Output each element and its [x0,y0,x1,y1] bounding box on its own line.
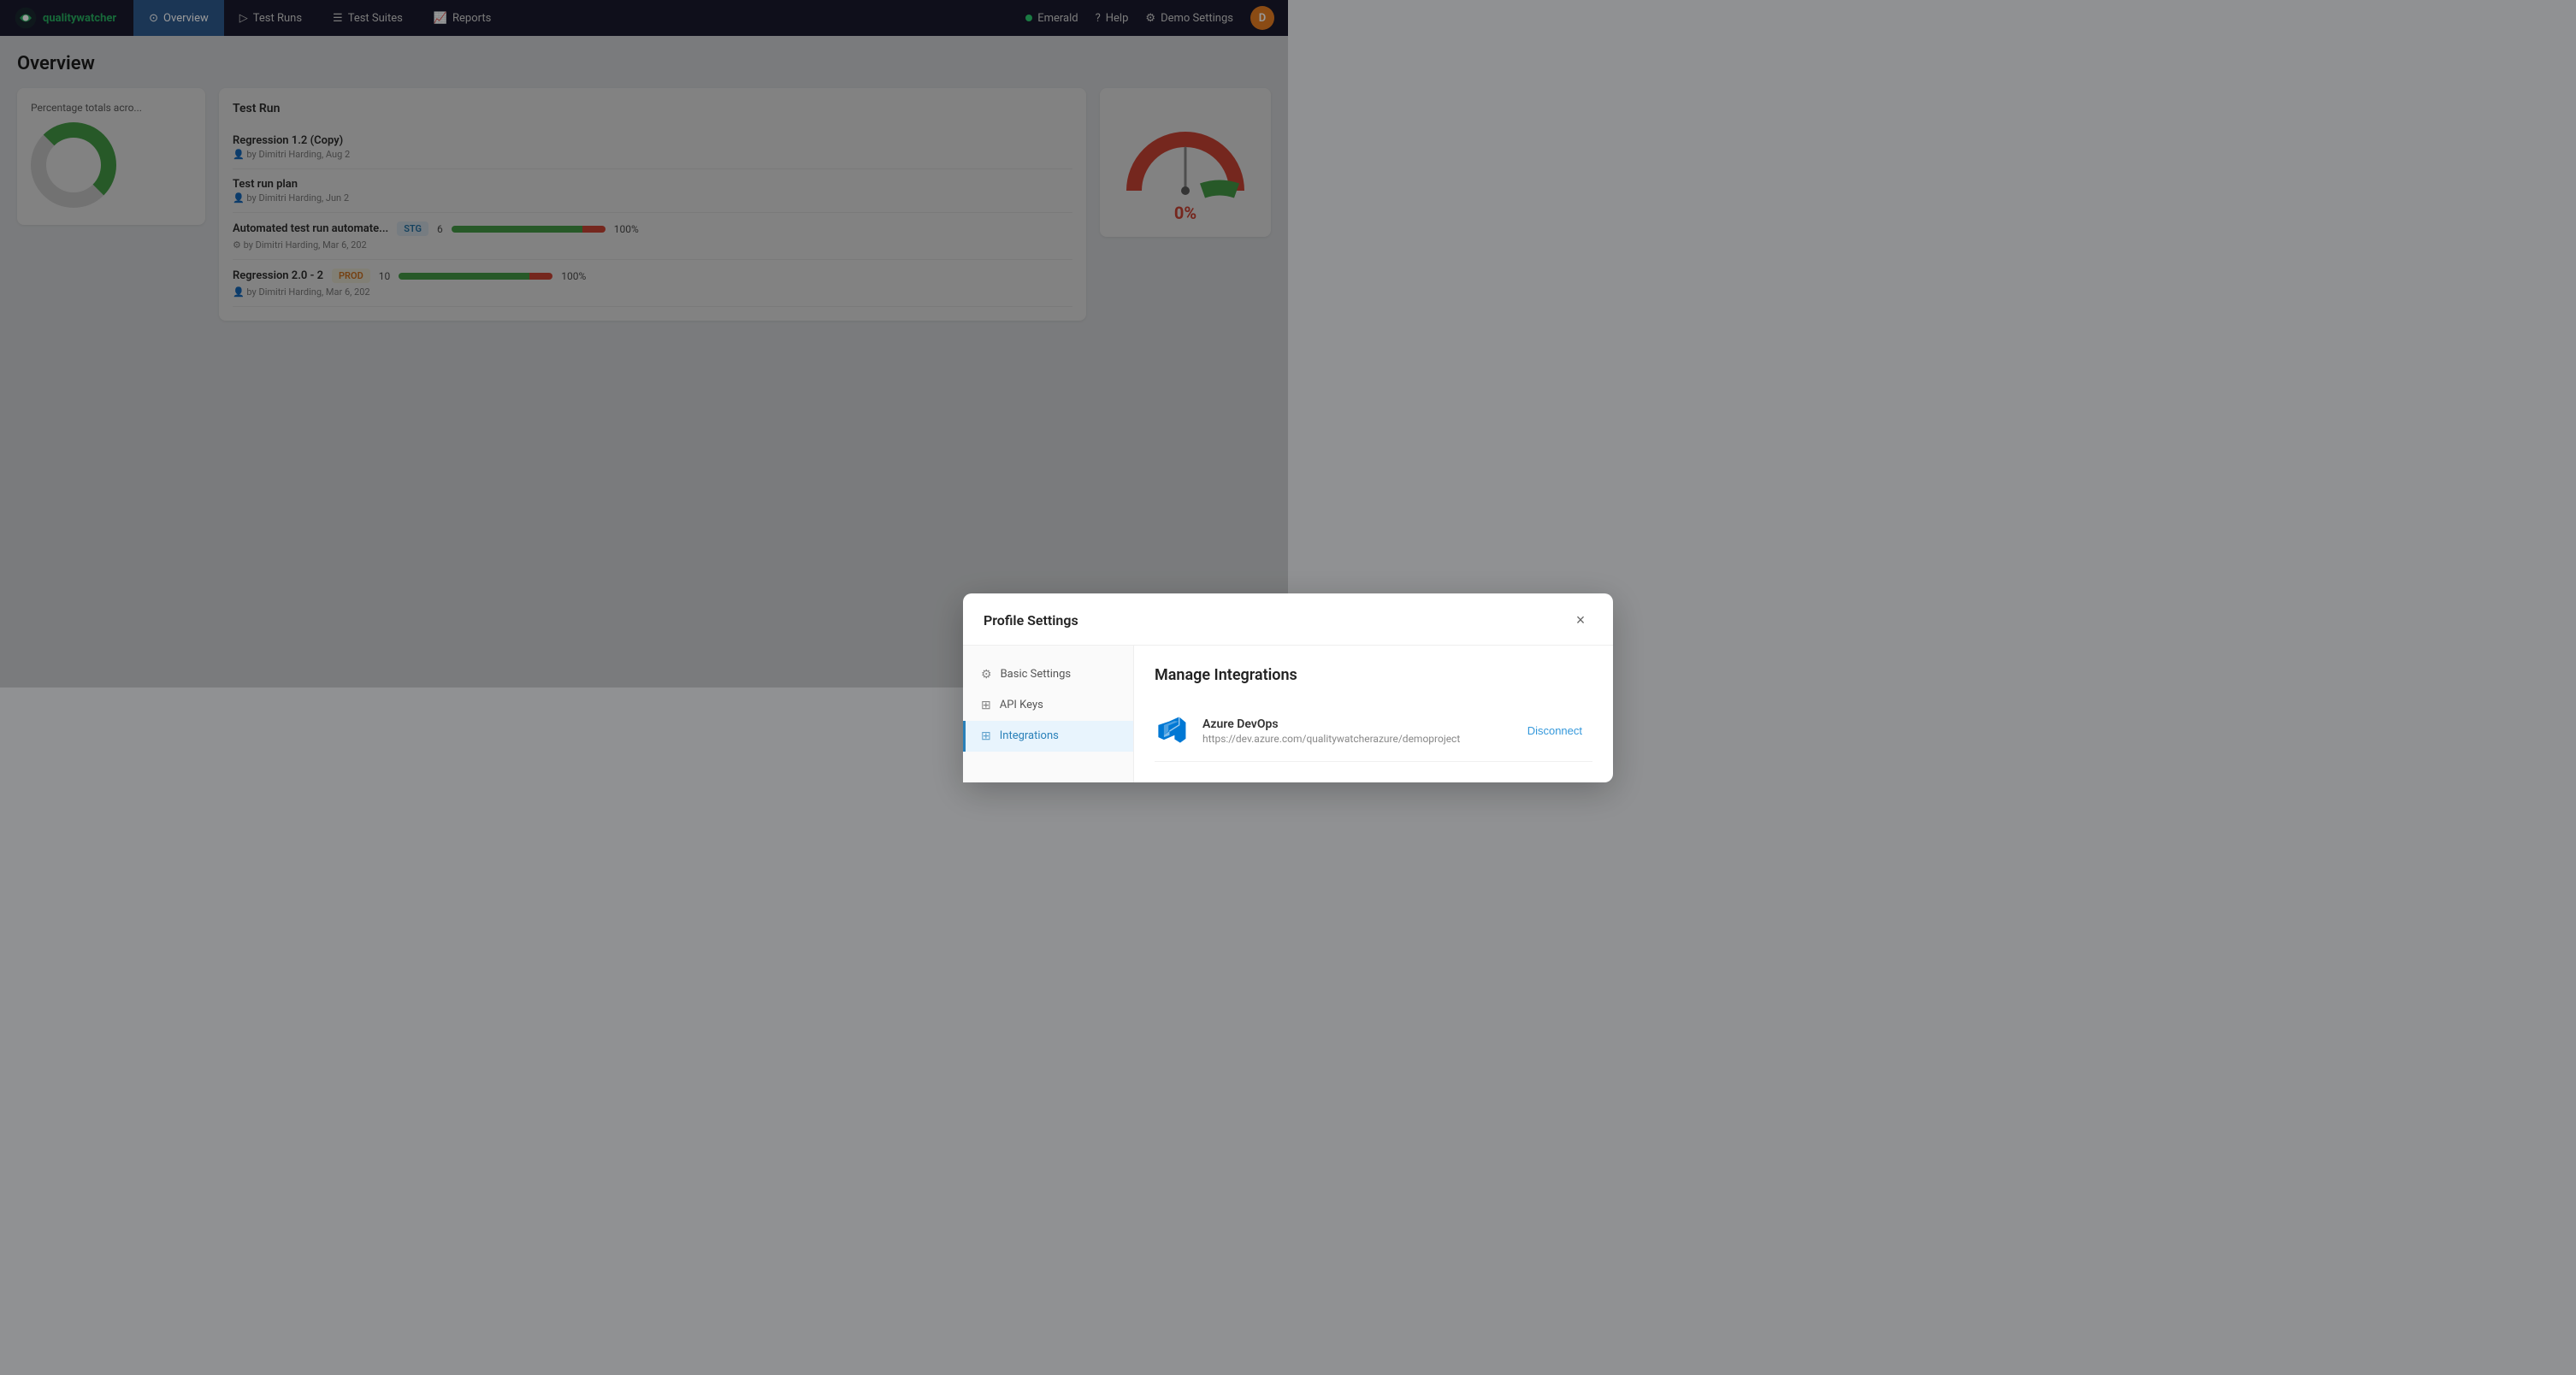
azure-devops-logo [1155,713,1191,749]
integrations-icon: ⊞ [981,729,991,743]
api-keys-icon: ⊞ [981,699,991,712]
manage-integrations-title: Manage Integrations [1155,666,1592,684]
integration-azure-devops: Azure DevOps https://dev.azure.com/quali… [1155,701,1592,762]
gear-icon: ⚙ [981,668,992,682]
disconnect-button[interactable]: Disconnect [1517,719,1592,742]
sidebar-item-basic-settings[interactable]: ⚙ Basic Settings [963,659,1133,690]
sidebar-label-basic-settings: Basic Settings [1001,668,1072,681]
disconnect-label: Disconnect [1527,724,1582,737]
azure-devops-url: https://dev.azure.com/qualitywatcherazur… [1202,733,1505,745]
azure-devops-name: Azure DevOps [1202,717,1505,731]
modal-sidebar: ⚙ Basic Settings ⊞ API Keys ⊞ Integratio… [963,646,1134,782]
sidebar-item-integrations[interactable]: ⊞ Integrations [963,721,1133,752]
sidebar-item-api-keys[interactable]: ⊞ API Keys [963,690,1133,721]
sidebar-label-api-keys: API Keys [1000,699,1043,711]
integration-azure-info: Azure DevOps https://dev.azure.com/quali… [1202,717,1505,745]
modal-close-button[interactable]: × [1569,609,1592,633]
modal-main: Manage Integrations Azure DevOps https [1134,646,1613,782]
modal-overlay[interactable]: Profile Settings × ⚙ Basic Settings ⊞ AP… [0,0,2576,1375]
sidebar-label-integrations: Integrations [1000,729,1059,742]
modal-title: Profile Settings [984,612,1078,628]
profile-settings-modal: Profile Settings × ⚙ Basic Settings ⊞ AP… [963,593,1613,782]
modal-body: ⚙ Basic Settings ⊞ API Keys ⊞ Integratio… [963,646,1613,782]
modal-header: Profile Settings × [963,593,1613,646]
